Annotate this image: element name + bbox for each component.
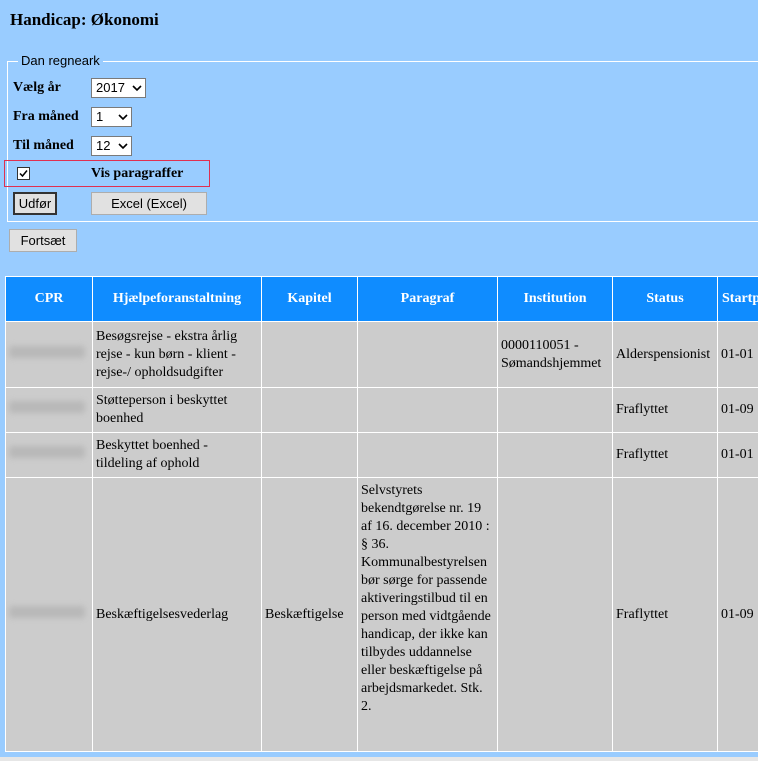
- to-month-select[interactable]: 12: [91, 136, 132, 156]
- page-title: Handicap: Økonomi: [10, 10, 159, 29]
- cpr-redacted: [9, 401, 85, 413]
- start-cell: 01-09: [717, 477, 758, 752]
- to-month-label: Til måned: [13, 138, 74, 153]
- cpr-cell: [5, 432, 93, 478]
- chevron-down-icon: [132, 79, 142, 103]
- kapitel-cell: [261, 321, 358, 388]
- paragraf-cell: [357, 321, 498, 388]
- paragraf-cell: [357, 387, 498, 433]
- cpr-redacted: [9, 605, 85, 618]
- institution-cell: [497, 387, 613, 433]
- hjaelpeforanstaltning-cell: Beskyttet boenhed - tildeling af ophold: [92, 432, 262, 478]
- table-row: Beskyttet boenhed - tildeling af ophold …: [5, 432, 758, 478]
- vis-paragraffer-checkbox[interactable]: [17, 167, 30, 180]
- column-header-paragraf[interactable]: Paragraf: [357, 276, 498, 322]
- column-header-hjaelpeforanstaltning[interactable]: Hjælpeforanstaltning: [92, 276, 262, 322]
- horizontal-scrollbar[interactable]: [0, 757, 758, 761]
- cpr-cell: [5, 387, 93, 433]
- cpr-redacted: [9, 345, 85, 358]
- status-cell: Alderspensionist: [612, 321, 718, 388]
- cpr-cell: [5, 321, 93, 388]
- status-cell: Fraflyttet: [612, 477, 718, 752]
- status-cell: Fraflyttet: [612, 432, 718, 478]
- chevron-down-icon: [118, 137, 128, 161]
- kapitel-cell: [261, 432, 358, 478]
- column-header-institution[interactable]: Institution: [497, 276, 613, 322]
- udfor-button[interactable]: Udfør: [13, 192, 57, 215]
- hjaelpeforanstaltning-cell: Støtteperson i beskyttet boenhed: [92, 387, 262, 433]
- paragraf-cell: Selvstyrets bekendtgørelse nr. 19 af 16.…: [357, 477, 498, 752]
- year-select-value: 2017: [96, 80, 125, 95]
- status-cell: Fraflyttet: [612, 387, 718, 433]
- paragraf-cell-clip: Selvstyrets bekendtgørelse nr. 19 af 16.…: [361, 479, 494, 751]
- start-cell: 01-01: [717, 432, 758, 478]
- from-month-select[interactable]: 1: [91, 107, 132, 127]
- column-header-startp[interactable]: Startp: [717, 276, 758, 322]
- fieldset-legend: Dan regneark: [18, 53, 103, 68]
- checkmark-icon: [19, 170, 28, 178]
- table-row: Beskæftigelsesvederlag Beskæftigelse Sel…: [5, 477, 758, 752]
- from-month-label: Fra måned: [13, 109, 79, 124]
- start-cell: 01-01: [717, 321, 758, 388]
- cpr-redacted: [9, 446, 85, 458]
- year-select[interactable]: 2017: [91, 78, 146, 98]
- cpr-cell: [5, 477, 93, 752]
- fortsaet-button[interactable]: Fortsæt: [9, 229, 77, 252]
- institution-cell: 0000110051 - Sømandshjemmet: [497, 321, 613, 388]
- chevron-down-icon: [118, 108, 128, 132]
- column-header-status[interactable]: Status: [612, 276, 718, 322]
- institution-cell: [497, 432, 613, 478]
- year-label: Vælg år: [13, 80, 61, 95]
- kapitel-cell: Beskæftigelse: [261, 477, 358, 752]
- start-cell: 01-09: [717, 387, 758, 433]
- vis-paragraffer-label: Vis paragraffer: [91, 166, 184, 181]
- table-row: Støtteperson i beskyttet boenhed Fraflyt…: [5, 387, 758, 433]
- from-month-select-value: 1: [96, 109, 104, 124]
- hjaelpeforanstaltning-cell: Besøgsrejse - ekstra årlig rejse - kun b…: [92, 321, 262, 388]
- to-month-select-value: 12: [96, 138, 111, 153]
- table-header-row: CPR Hjælpeforanstaltning Kapitel Paragra…: [5, 276, 758, 322]
- kapitel-cell: [261, 387, 358, 433]
- hjaelpeforanstaltning-cell: Beskæftigelsesvederlag: [92, 477, 262, 752]
- paragraf-cell: [357, 432, 498, 478]
- column-header-cpr[interactable]: CPR: [5, 276, 93, 322]
- institution-cell: [497, 477, 613, 752]
- paragraf-text: Selvstyrets bekendtgørelse nr. 19 af 16.…: [361, 483, 491, 714]
- table-row: Besøgsrejse - ekstra årlig rejse - kun b…: [5, 321, 758, 388]
- results-table: CPR Hjælpeforanstaltning Kapitel Paragra…: [5, 276, 758, 752]
- excel-button[interactable]: Excel (Excel): [91, 192, 207, 215]
- column-header-kapitel[interactable]: Kapitel: [261, 276, 358, 322]
